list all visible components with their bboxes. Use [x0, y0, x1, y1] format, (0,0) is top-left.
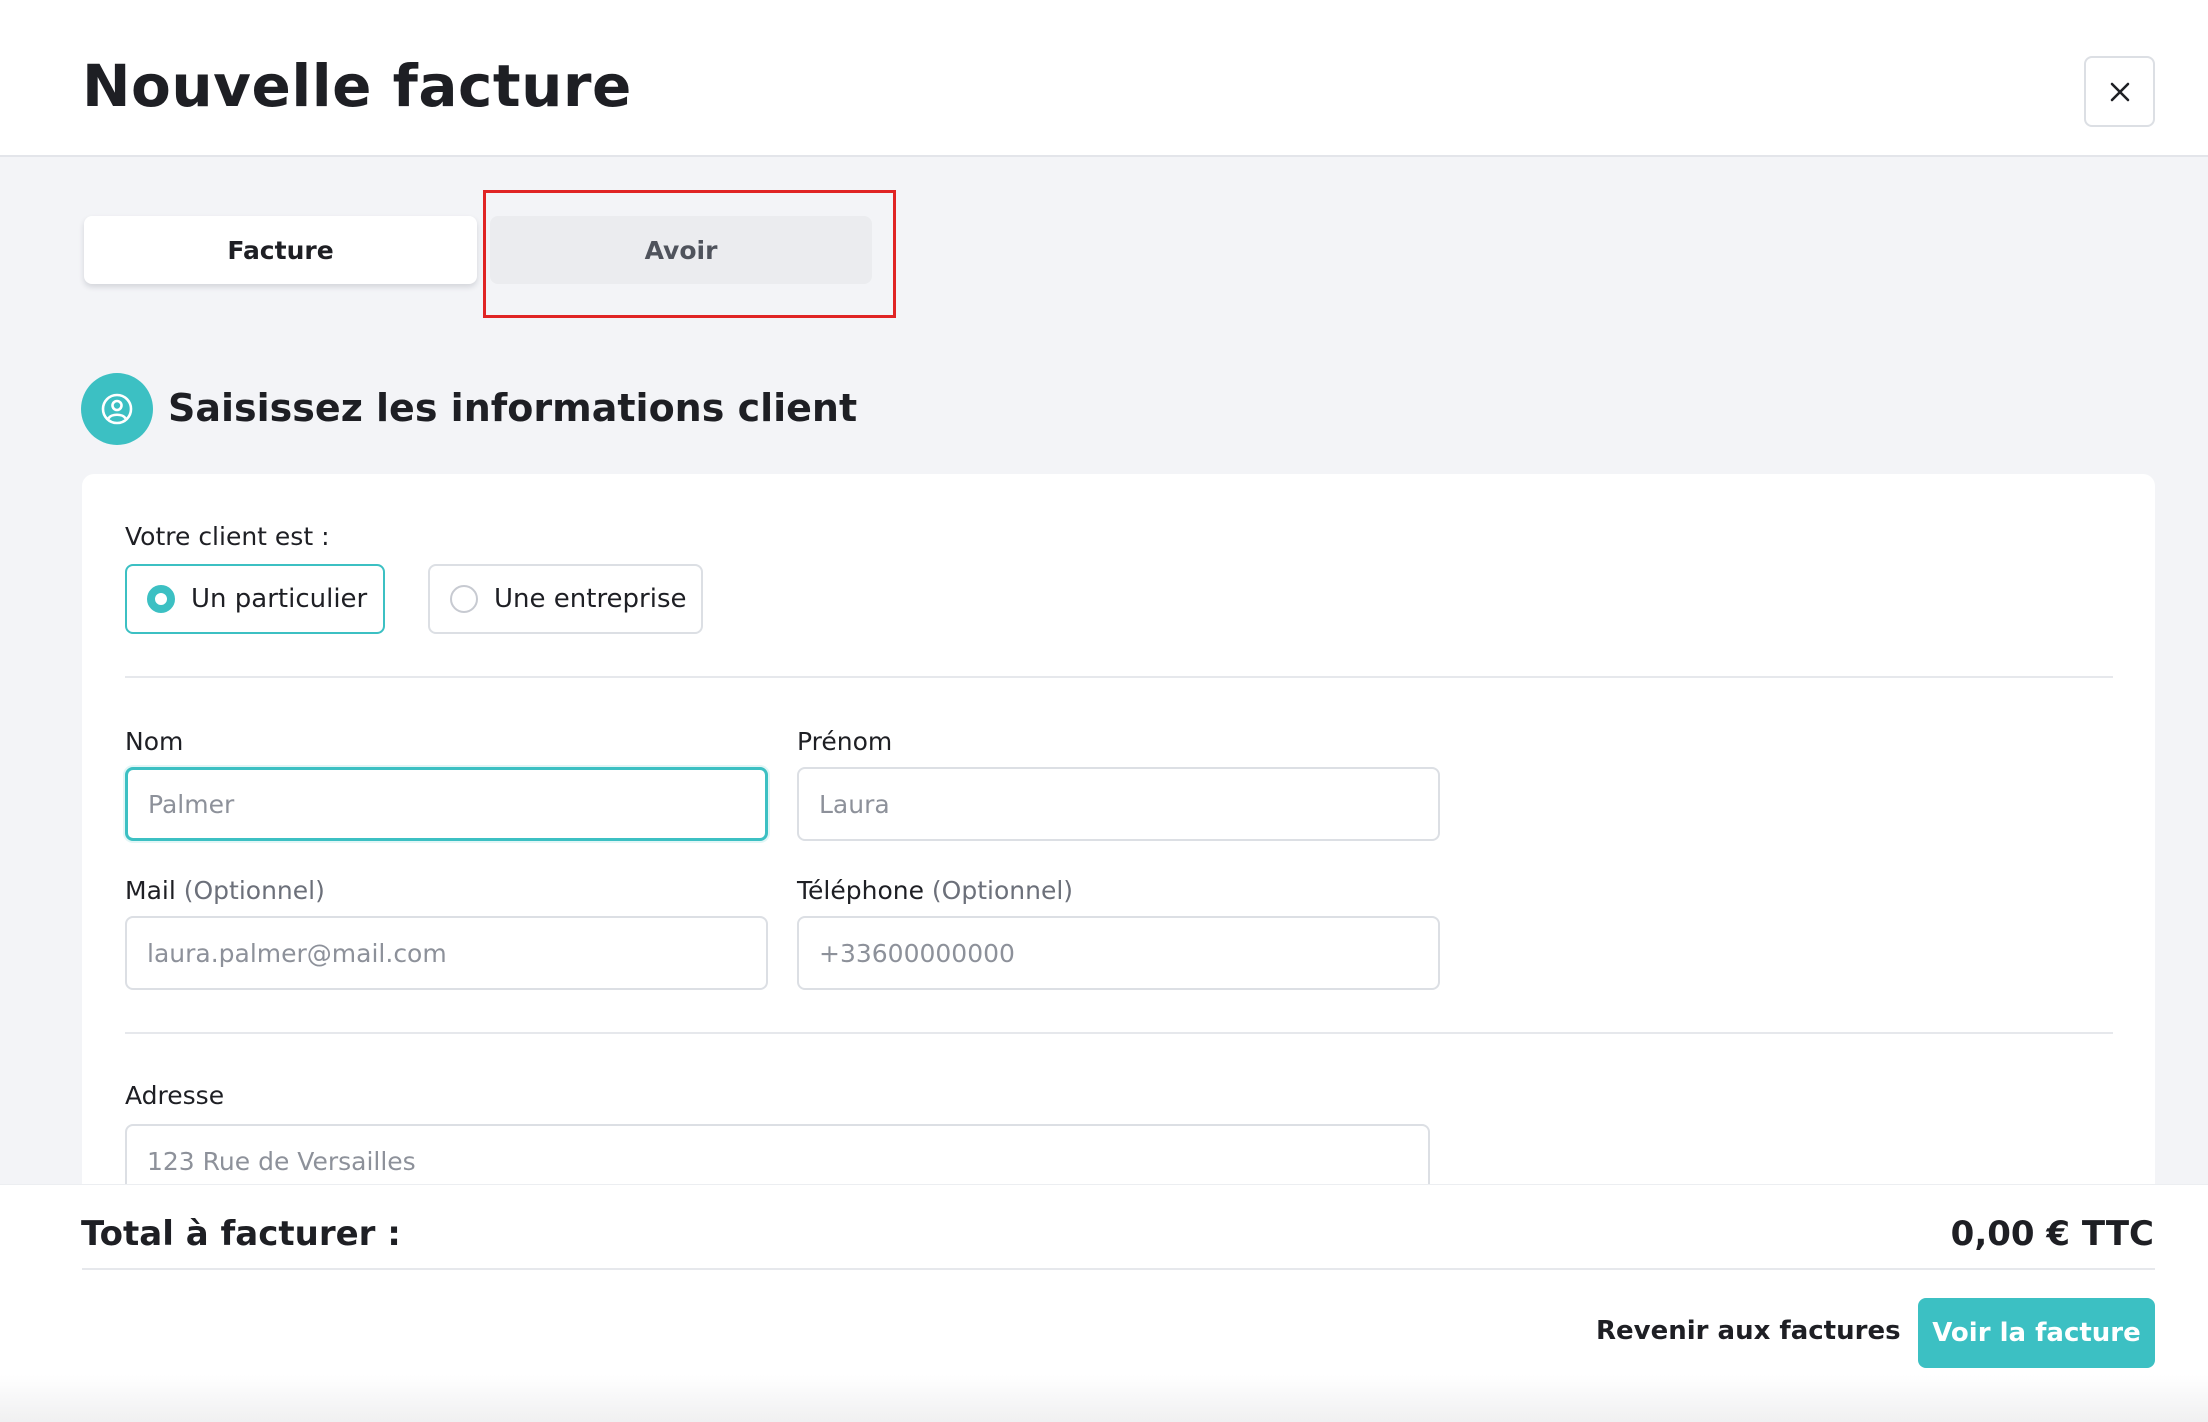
tab-avoir[interactable]: Avoir: [490, 216, 872, 284]
mail-label-text: Mail: [125, 876, 176, 905]
nom-label: Nom: [125, 727, 184, 756]
back-to-invoices-link[interactable]: Revenir aux factures: [1596, 1316, 1901, 1346]
radio-unchecked-indicator: [450, 585, 478, 613]
telephone-label-text: Téléphone: [797, 876, 924, 905]
section-divider: [125, 1032, 2113, 1034]
mail-label: Mail (Optionnel): [125, 876, 325, 905]
total-value: 0,00 € TTC: [1950, 1214, 2154, 1254]
page-title: Nouvelle facture: [82, 52, 632, 120]
view-invoice-button[interactable]: Voir la facture: [1918, 1298, 2155, 1368]
prenom-input[interactable]: [797, 767, 1440, 841]
modal-header: Nouvelle facture: [0, 0, 2208, 157]
new-invoice-modal: Nouvelle facture Facture Avoir Saisissez…: [0, 0, 2208, 1422]
radio-label: Une entreprise: [494, 584, 687, 614]
mail-input[interactable]: [125, 916, 768, 990]
footer-divider: [82, 1268, 2155, 1270]
radio-checked-indicator: [147, 585, 175, 613]
optional-hint: (Optionnel): [931, 876, 1074, 905]
radio-une-entreprise[interactable]: Une entreprise: [428, 564, 703, 634]
client-type-label: Votre client est :: [125, 522, 330, 551]
section-divider: [125, 676, 2113, 678]
prenom-label: Prénom: [797, 727, 893, 756]
optional-hint: (Optionnel): [183, 876, 325, 905]
section-title: Saisissez les informations client: [168, 386, 858, 430]
total-label: Total à facturer :: [81, 1214, 401, 1254]
radio-label: Un particulier: [191, 584, 368, 614]
telephone-label: Téléphone (Optionnel): [797, 876, 1073, 905]
radio-un-particulier[interactable]: Un particulier: [125, 564, 385, 634]
telephone-input[interactable]: [797, 916, 1440, 990]
adresse-label: Adresse: [125, 1081, 225, 1110]
close-button[interactable]: [2084, 56, 2155, 127]
nom-input[interactable]: [125, 767, 768, 841]
user-circle-icon: [81, 373, 153, 445]
tab-facture[interactable]: Facture: [84, 216, 477, 284]
close-icon: [2110, 82, 2129, 101]
